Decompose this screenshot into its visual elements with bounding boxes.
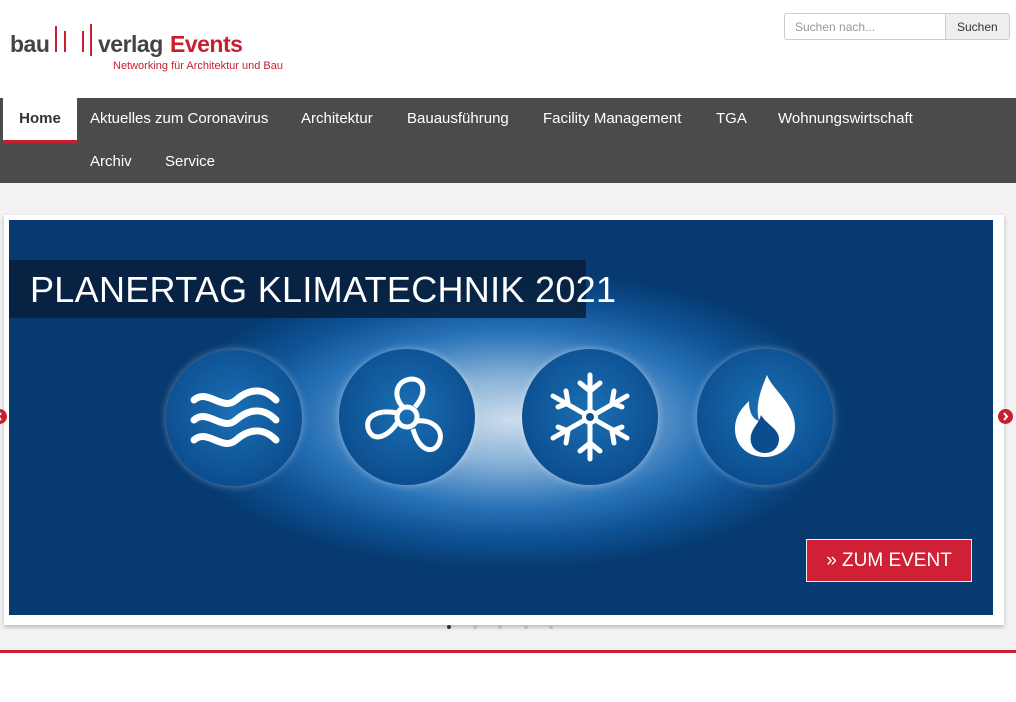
fan-icon <box>339 349 475 485</box>
logo-bar <box>82 31 84 52</box>
logo-text-verlag: verlag <box>98 31 163 57</box>
nav-item-tga[interactable]: TGA <box>716 98 747 140</box>
snowflake-icon <box>522 349 658 485</box>
section-divider <box>0 650 1016 653</box>
chevron-right-icon <box>1003 412 1009 421</box>
air-waves-icon <box>166 350 302 486</box>
slider-prev-button[interactable] <box>0 409 7 424</box>
nav-item-home[interactable]: Home <box>3 98 77 143</box>
chevron-left-icon <box>0 412 2 421</box>
slide-title-box: PLANERTAG KLIMATECHNIK 2021 <box>9 260 616 318</box>
main-navigation: Home Aktuelles zum Coronavirus Architekt… <box>0 98 1016 183</box>
slider-dot[interactable] <box>473 625 477 629</box>
logo-bar <box>64 31 66 52</box>
search-form: Suchen <box>784 13 1010 40</box>
nav-item-facility-management[interactable]: Facility Management <box>543 98 681 140</box>
logo-bar <box>55 26 57 52</box>
logo-text-bau: bau <box>10 31 50 57</box>
nav-item-coronavirus[interactable]: Aktuelles zum Coronavirus <box>90 98 268 140</box>
nav-item-architektur[interactable]: Architektur <box>301 98 373 140</box>
slide-banner[interactable]: PLANERTAG KLIMATECHNIK 2021 » ZUM EVENT <box>9 220 993 615</box>
slider-next-button[interactable] <box>998 409 1013 424</box>
nav-item-wohnungswirtschaft[interactable]: Wohnungswirtschaft <box>778 98 913 140</box>
flame-icon <box>697 349 833 485</box>
nav-item-service[interactable]: Service <box>165 141 215 183</box>
logo-text-events: Events <box>170 31 243 57</box>
search-button[interactable]: Suchen <box>945 13 1010 40</box>
site-logo[interactable]: bau verlag Events Networking für Archite… <box>10 22 300 77</box>
slider-dot[interactable] <box>498 625 502 629</box>
zum-event-button[interactable]: » ZUM EVENT <box>806 539 972 582</box>
slide-title: PLANERTAG KLIMATECHNIK 2021 <box>30 269 617 310</box>
search-input[interactable] <box>784 13 945 40</box>
slider-dot[interactable] <box>549 625 553 629</box>
nav-item-archiv[interactable]: Archiv <box>90 141 132 183</box>
nav-item-bauausfuehrung[interactable]: Bauausführung <box>407 98 509 140</box>
slider-dot[interactable] <box>524 625 528 629</box>
slider-dot[interactable] <box>447 625 451 629</box>
logo-tagline: Networking für Architektur und Bau <box>113 60 283 72</box>
logo-bar <box>90 24 92 56</box>
